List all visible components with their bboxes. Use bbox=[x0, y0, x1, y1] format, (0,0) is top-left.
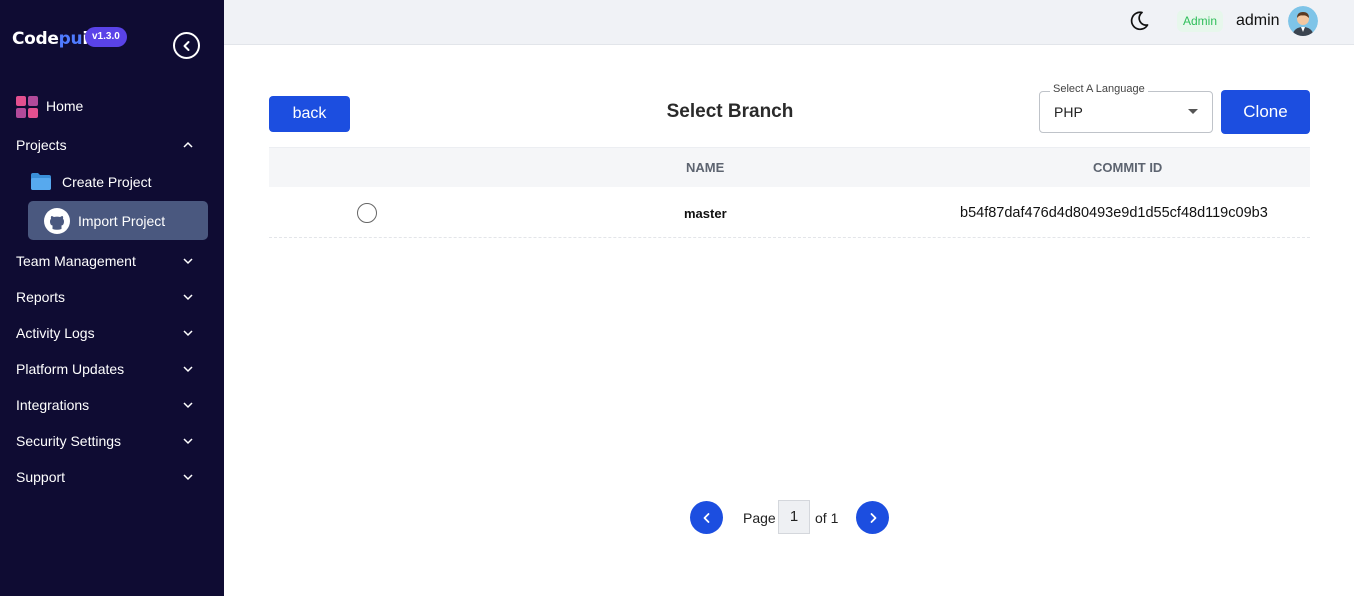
brand-logo[interactable]: Codepui bbox=[12, 29, 88, 49]
chevron-left-icon bbox=[703, 512, 709, 523]
sidebar-item-security-settings[interactable]: Security Settings bbox=[0, 423, 224, 459]
sidebar-item-label: Create Project bbox=[62, 173, 152, 190]
sidebar-item-label: Activity Logs bbox=[16, 325, 95, 341]
caret-down-icon bbox=[1188, 109, 1198, 114]
chevron-down-icon bbox=[183, 258, 193, 265]
chevron-down-icon bbox=[183, 366, 193, 373]
column-header-name: NAME bbox=[686, 160, 725, 175]
sidebar-item-label: Import Project bbox=[78, 212, 166, 229]
sidebar-item-label: Security Settings bbox=[16, 433, 122, 449]
page-number-input[interactable]: 1 bbox=[778, 500, 810, 534]
column-header-commit-id: COMMIT ID bbox=[1093, 160, 1163, 175]
branch-radio[interactable] bbox=[357, 203, 377, 223]
chevron-down-icon bbox=[183, 438, 193, 445]
sidebar-item-label: Reports bbox=[16, 289, 66, 305]
language-select-label: Select A Language bbox=[1050, 83, 1148, 95]
sidebar-item-label: Support bbox=[16, 469, 66, 485]
dashboard-icon bbox=[16, 96, 38, 118]
next-page-button[interactable] bbox=[856, 501, 889, 534]
sidebar-item-platform-updates[interactable]: Platform Updates bbox=[0, 351, 224, 387]
sidebar-collapse-button[interactable] bbox=[173, 32, 200, 59]
sidebar-item-import-project[interactable]: Import Project bbox=[28, 201, 208, 240]
username[interactable]: admin bbox=[1236, 12, 1280, 30]
sidebar-item-label: Platform Updates bbox=[16, 361, 125, 377]
sidebar-item-create-project[interactable]: Create Project bbox=[28, 162, 208, 201]
sidebar-item-label: Team Management bbox=[16, 253, 136, 269]
page-label: Page bbox=[743, 510, 776, 526]
chevron-down-icon bbox=[183, 402, 193, 409]
github-icon bbox=[44, 207, 70, 234]
back-button[interactable]: back bbox=[269, 96, 350, 132]
chevron-down-icon bbox=[183, 330, 193, 337]
sidebar-item-home[interactable]: Home bbox=[46, 98, 83, 114]
chevron-down-icon bbox=[183, 474, 193, 481]
sidebar-item-label: Integrations bbox=[16, 397, 90, 413]
sidebar-item-team-management[interactable]: Team Management bbox=[0, 243, 224, 279]
sidebar-item-support[interactable]: Support bbox=[0, 459, 224, 495]
avatar[interactable] bbox=[1288, 6, 1318, 36]
sidebar-item-reports[interactable]: Reports bbox=[0, 279, 224, 315]
clone-button[interactable]: Clone bbox=[1221, 90, 1310, 134]
sidebar-item-projects[interactable]: Projects bbox=[0, 127, 224, 163]
sidebar-item-activity-logs[interactable]: Activity Logs bbox=[0, 315, 224, 351]
language-select-value: PHP bbox=[1054, 104, 1083, 120]
prev-page-button[interactable] bbox=[690, 501, 723, 534]
page-total: of 1 bbox=[815, 510, 839, 526]
moon-icon[interactable] bbox=[1128, 10, 1150, 32]
chevron-left-icon bbox=[183, 40, 189, 51]
page-title: Select Branch bbox=[666, 101, 794, 122]
sidebar: Codepui v1.3.0 Home Projects Create Proj… bbox=[0, 0, 224, 596]
chevron-up-icon bbox=[183, 141, 193, 148]
branch-name: master bbox=[684, 206, 727, 221]
sidebar-item-label: Projects bbox=[16, 137, 67, 153]
chevron-down-icon bbox=[183, 294, 193, 301]
folder-icon bbox=[31, 173, 51, 190]
commit-id: b54f87daf476d4d80493e9d1d55cf48d119c09b3 bbox=[960, 205, 1268, 221]
role-badge: Admin bbox=[1177, 10, 1224, 32]
chevron-right-icon bbox=[870, 512, 876, 523]
sidebar-item-integrations[interactable]: Integrations bbox=[0, 387, 224, 423]
version-badge: v1.3.0 bbox=[85, 27, 127, 47]
